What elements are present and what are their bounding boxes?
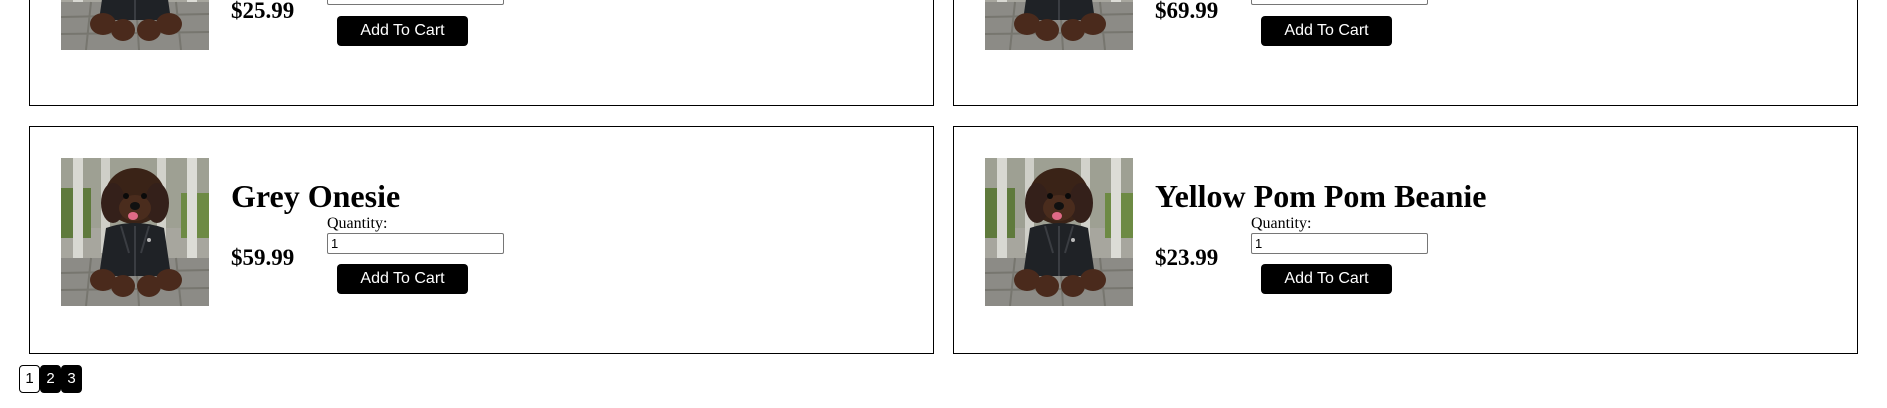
quantity-label: Quantity: — [1251, 215, 1312, 232]
product-card: Yellow Pom Pom Beanie Quantity: $23.99 A… — [953, 126, 1858, 354]
page-button-3[interactable]: 3 — [61, 365, 82, 393]
product-price: $25.99 — [231, 0, 295, 23]
pagination: 1 2 3 — [19, 365, 82, 393]
product-card: $69.99 Add To Cart — [953, 0, 1858, 106]
add-to-cart-button[interactable]: Add To Cart — [337, 16, 468, 46]
product-name[interactable]: Grey Onesie — [231, 178, 400, 214]
product-card: Grey Onesie Quantity: $59.99 Add To Cart — [29, 126, 934, 354]
quantity-input[interactable] — [1251, 233, 1428, 254]
product-price: $69.99 — [1155, 0, 1219, 23]
product-price: $59.99 — [231, 245, 295, 270]
page-button-2[interactable]: 2 — [40, 365, 61, 393]
quantity-label: Quantity: — [327, 215, 388, 232]
add-to-cart-button[interactable]: Add To Cart — [337, 264, 468, 294]
product-image — [985, 158, 1133, 306]
product-name[interactable]: Yellow Pom Pom Beanie — [1155, 178, 1487, 214]
quantity-input[interactable] — [327, 0, 504, 5]
product-image — [61, 158, 209, 306]
product-price: $23.99 — [1155, 245, 1219, 270]
quantity-input[interactable] — [1251, 0, 1428, 5]
product-image — [61, 0, 209, 50]
add-to-cart-button[interactable]: Add To Cart — [1261, 264, 1392, 294]
add-to-cart-button[interactable]: Add To Cart — [1261, 16, 1392, 46]
quantity-input[interactable] — [327, 233, 504, 254]
product-card: $25.99 Add To Cart — [29, 0, 934, 106]
page-button-1[interactable]: 1 — [19, 365, 40, 393]
product-image — [985, 0, 1133, 50]
